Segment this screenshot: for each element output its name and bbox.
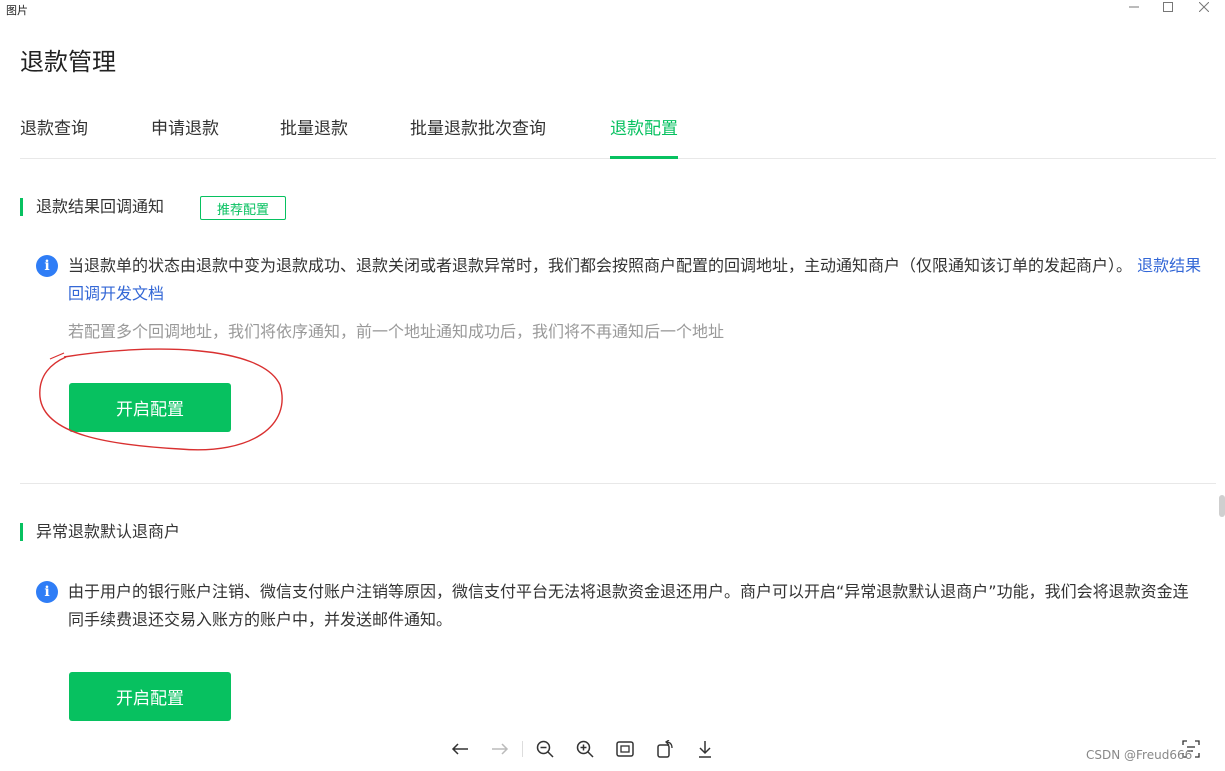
- page-title: 退款管理: [20, 48, 116, 76]
- rotate-icon[interactable]: [645, 735, 685, 763]
- tab-refund-config[interactable]: 退款配置: [610, 114, 678, 159]
- window-title: 图片: [6, 4, 28, 17]
- fit-screen-icon[interactable]: [605, 735, 645, 763]
- back-arrow-icon[interactable]: [440, 735, 480, 763]
- tab-refund-query[interactable]: 退款查询: [20, 114, 88, 158]
- scrollbar[interactable]: [1219, 495, 1225, 517]
- recommended-tag: 推荐配置: [200, 196, 286, 220]
- section-description: 当退款单的状态由退款中变为退款成功、退款关闭或者退款异常时，我们都会按照商户配置…: [68, 252, 1203, 308]
- section-description: 由于用户的银行账户注销、微信支付账户注销等原因，微信支付平台无法将退款资金退还用…: [68, 582, 1189, 629]
- annotation-circle: [39, 348, 283, 451]
- csdn-watermark: CSDN @Freud666: [1086, 748, 1193, 762]
- section-divider: [20, 483, 1216, 484]
- window-titlebar: 图片: [0, 0, 1225, 18]
- info-icon: i: [36, 255, 58, 277]
- tab-batch-refund-query[interactable]: 批量退款批次查询: [410, 114, 546, 158]
- tab-apply-refund[interactable]: 申请退款: [151, 114, 219, 158]
- close-icon[interactable]: [1194, 0, 1214, 14]
- zoom-in-icon[interactable]: [565, 735, 605, 763]
- zoom-out-icon[interactable]: [525, 735, 565, 763]
- maximize-icon[interactable]: [1158, 0, 1178, 14]
- viewer-toolbar: [440, 735, 725, 763]
- toolbar-separator: [522, 741, 523, 757]
- description-text: 当退款单的状态由退款中变为退款成功、退款关闭或者退款异常时，我们都会按照商户配置…: [68, 256, 1133, 275]
- info-icon: i: [36, 581, 58, 603]
- enable-config-button[interactable]: 开启配置: [69, 672, 231, 721]
- download-icon[interactable]: [685, 735, 725, 763]
- minimize-icon[interactable]: [1124, 0, 1144, 14]
- tab-batch-refund[interactable]: 批量退款: [280, 114, 348, 158]
- section-title-refund-callback: 退款结果回调通知: [20, 198, 164, 216]
- callback-note: 若配置多个回调地址，我们将依序通知，前一个地址通知成功后，我们将不再通知后一个地…: [68, 322, 725, 341]
- tab-bar: 退款查询 申请退款 批量退款 批量退款批次查询 退款配置: [20, 100, 1216, 159]
- section-title-abnormal-refund: 异常退款默认退商户: [20, 523, 180, 541]
- forward-arrow-icon[interactable]: [480, 735, 520, 763]
